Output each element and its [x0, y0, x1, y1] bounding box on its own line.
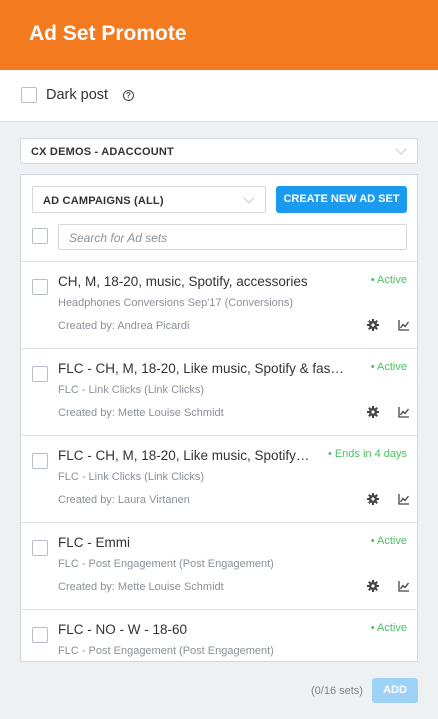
chart-icon[interactable] — [398, 580, 410, 592]
status-badge: • Ends in 4 days — [327, 448, 407, 460]
status-badge: • Active — [370, 274, 407, 286]
chart-icon[interactable] — [398, 493, 410, 505]
item-campaign: Headphones Conversions Sep'17 (Conversio… — [58, 297, 294, 309]
gear-icon[interactable] — [367, 319, 379, 331]
item-title: FLC - CH, M, 18-20, Like music, Spotify … — [58, 448, 313, 463]
list-item[interactable]: FLC - NO - W - 18-60 • Active FLC - Post… — [21, 609, 417, 661]
item-title: FLC - Emmi — [58, 535, 130, 550]
list-item[interactable]: FLC - Emmi • Active FLC - Post Engagemen… — [21, 522, 417, 609]
dark-post-label: Dark post — [46, 87, 109, 103]
chart-icon[interactable] — [398, 406, 410, 418]
help-icon[interactable]: ? — [123, 90, 134, 101]
item-title: CH, M, 18-20, music, Spotify, accessorie… — [58, 274, 308, 289]
item-title: FLC - NO - W - 18-60 — [58, 622, 188, 637]
campaign-select[interactable]: AD CAMPAIGNS (ALL) — [32, 186, 266, 213]
dark-post-checkbox[interactable] — [21, 87, 37, 103]
item-creator: Created by: Laura Virtanen — [58, 494, 190, 506]
item-campaign: FLC - Link Clicks (Link Clicks) — [58, 384, 205, 396]
ad-set-list: CH, M, 18-20, music, Spotify, accessorie… — [21, 261, 417, 661]
item-creator: Created by: Andrea Picardi — [58, 320, 190, 332]
item-checkbox[interactable] — [32, 627, 48, 643]
select-all-checkbox[interactable] — [32, 228, 48, 244]
item-checkbox[interactable] — [32, 366, 48, 382]
item-campaign: FLC - Post Engagement (Post Engagement) — [58, 645, 274, 657]
item-creator: Created by: Mette Louise Schmidt — [58, 581, 224, 593]
ad-sets-panel: AD CAMPAIGNS (ALL) CREATE NEW AD SET Sea… — [20, 174, 418, 662]
item-campaign: FLC - Post Engagement (Post Engagement) — [58, 558, 274, 570]
item-checkbox[interactable] — [32, 453, 48, 469]
search-input[interactable]: Search for Ad sets — [58, 224, 407, 250]
item-checkbox[interactable] — [32, 279, 48, 295]
item-title: FLC - CH, M, 18-20, Like music, Spotify … — [58, 361, 348, 376]
list-item[interactable]: FLC - CH, M, 18-20, Like music, Spotify … — [21, 348, 417, 435]
item-checkbox[interactable] — [32, 540, 48, 556]
account-select[interactable]: CX DEMOS - ADACCOUNT — [20, 138, 418, 164]
status-badge: • Active — [370, 622, 407, 634]
gear-icon[interactable] — [367, 580, 379, 592]
create-new-ad-set-button[interactable]: CREATE NEW AD SET — [276, 186, 407, 213]
chevron-down-icon — [243, 192, 255, 204]
add-button[interactable]: ADD — [372, 678, 418, 703]
chart-icon[interactable] — [398, 319, 410, 331]
list-item[interactable]: FLC - CH, M, 18-20, Like music, Spotify … — [21, 435, 417, 522]
gear-icon[interactable] — [367, 493, 379, 505]
account-select-value: CX DEMOS - ADACCOUNT — [31, 146, 174, 158]
status-badge: • Active — [370, 361, 407, 373]
chevron-down-icon — [395, 143, 407, 155]
status-badge: • Active — [370, 535, 407, 547]
item-creator: Created by: Mette Louise Schmidt — [58, 407, 224, 419]
campaign-select-value: AD CAMPAIGNS (ALL) — [43, 195, 164, 207]
gear-icon[interactable] — [367, 406, 379, 418]
dark-post-row: Dark post ? — [0, 70, 438, 122]
list-item[interactable]: CH, M, 18-20, music, Spotify, accessorie… — [21, 261, 417, 348]
selection-count: (0/16 sets) — [311, 685, 363, 697]
page-title: Ad Set Promote — [29, 22, 187, 45]
item-campaign: FLC - Link Clicks (Link Clicks) — [58, 471, 205, 483]
header-bar: Ad Set Promote — [0, 0, 438, 70]
